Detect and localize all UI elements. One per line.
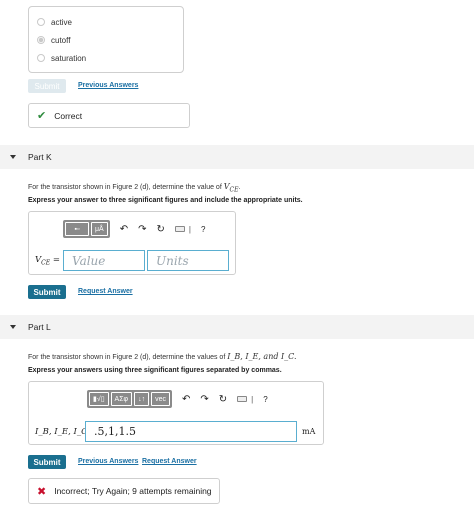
radio-circle[interactable] (37, 18, 45, 26)
part-l-previous-answers-link[interactable]: Previous Answers (78, 458, 138, 465)
x-icon: ✖ (37, 485, 47, 498)
part-l-title: Part L (28, 322, 51, 332)
part-k-submit-button[interactable]: Submit (28, 285, 66, 299)
part-l-instruction: Express your answers using three signifi… (28, 367, 282, 374)
answer-input[interactable]: .5,1,1.5 (85, 421, 297, 442)
redo-icon[interactable]: ↷ (200, 394, 208, 405)
keyboard-icon[interactable]: | (237, 395, 253, 404)
math-toolbar: ▪▫ μÅ ↶ ↷ ↻ | ? (63, 220, 205, 238)
caret-down-icon (10, 325, 16, 329)
radio-group: active cutoff saturation (28, 6, 184, 73)
question-var: VCE (223, 182, 239, 194)
undo-icon[interactable]: ↶ (182, 394, 190, 405)
feedback-text: Incorrect; Try Again; 9 attempts remaini… (54, 486, 212, 496)
unit-label: mA (302, 427, 316, 436)
undo-icon[interactable]: ↶ (120, 224, 128, 235)
caret-down-icon (10, 155, 16, 159)
check-icon: ✔ (37, 110, 47, 122)
part-l-question: For the transistor shown in Figure 2 (d)… (28, 352, 297, 361)
part-k-answer-box: ▪▫ μÅ ↶ ↷ ↻ | ? VCE = Value Units (28, 211, 236, 275)
units-input[interactable]: Units (147, 250, 229, 271)
part-k-header[interactable]: Part K (0, 145, 474, 169)
feedback-correct: ✔ Correct (28, 103, 190, 128)
question-text: For the transistor shown in Figure 2 (d)… (28, 354, 226, 361)
toolbar-group: ▮√▯ ΑΣφ ↓↑ vec (87, 390, 172, 408)
part-k-title: Part K (28, 152, 52, 162)
part-l-answer-box: ▮√▯ ΑΣφ ↓↑ vec ↶ ↷ ↻ | ? I_B, I_E, I_C =… (28, 381, 324, 445)
units-button[interactable]: μÅ (91, 222, 108, 236)
question-text: For the transistor shown in Figure 2 (d)… (28, 184, 222, 191)
radio-circle[interactable] (37, 36, 45, 44)
vec-button[interactable]: vec (151, 392, 170, 406)
arrows-button[interactable]: ↓↑ (134, 392, 150, 406)
reset-icon[interactable]: ↻ (219, 394, 227, 405)
toolbar-group: ▪▫ μÅ (63, 220, 110, 238)
help-icon[interactable]: ? (201, 225, 205, 234)
redo-icon[interactable]: ↷ (138, 224, 146, 235)
part-k-instruction: Express your answer to three significant… (28, 197, 303, 204)
radio-option-active[interactable]: active (37, 16, 72, 28)
radio-label: active (51, 17, 72, 27)
keyboard-icon[interactable]: | (174, 225, 191, 234)
math-toolbar: ▮√▯ ΑΣφ ↓↑ vec ↶ ↷ ↻ | ? (87, 390, 268, 408)
value-input[interactable]: Value (63, 250, 145, 271)
feedback-incorrect: ✖ Incorrect; Try Again; 9 attempts remai… (28, 478, 220, 504)
radio-circle[interactable] (37, 54, 45, 62)
radio-label: saturation (51, 53, 87, 63)
vce-label: VCE = (35, 255, 60, 267)
sqrt-button[interactable]: ▮√▯ (89, 392, 109, 406)
reset-icon[interactable]: ↻ (156, 224, 164, 235)
submit-button-disabled[interactable]: Submit (28, 79, 66, 93)
part-l-submit-button[interactable]: Submit (28, 455, 66, 469)
help-icon[interactable]: ? (263, 395, 267, 404)
part-k-request-answer-link[interactable]: Request Answer (78, 288, 133, 295)
template-icon[interactable]: ▪▫ (65, 222, 89, 236)
previous-answers-link[interactable]: Previous Answers (78, 82, 138, 89)
radio-label: cutoff (51, 35, 71, 45)
question-vars: I_B, I_E, and I_C. (227, 352, 297, 361)
radio-option-cutoff[interactable]: cutoff (37, 34, 70, 46)
radio-option-saturation[interactable]: saturation (37, 52, 86, 64)
part-l-header[interactable]: Part L (0, 315, 474, 339)
part-l-request-answer-link[interactable]: Request Answer (142, 458, 197, 465)
part-k-question: For the transistor shown in Figure 2 (d)… (28, 182, 241, 194)
feedback-text: Correct (54, 110, 83, 121)
greek-button[interactable]: ΑΣφ (110, 392, 133, 406)
